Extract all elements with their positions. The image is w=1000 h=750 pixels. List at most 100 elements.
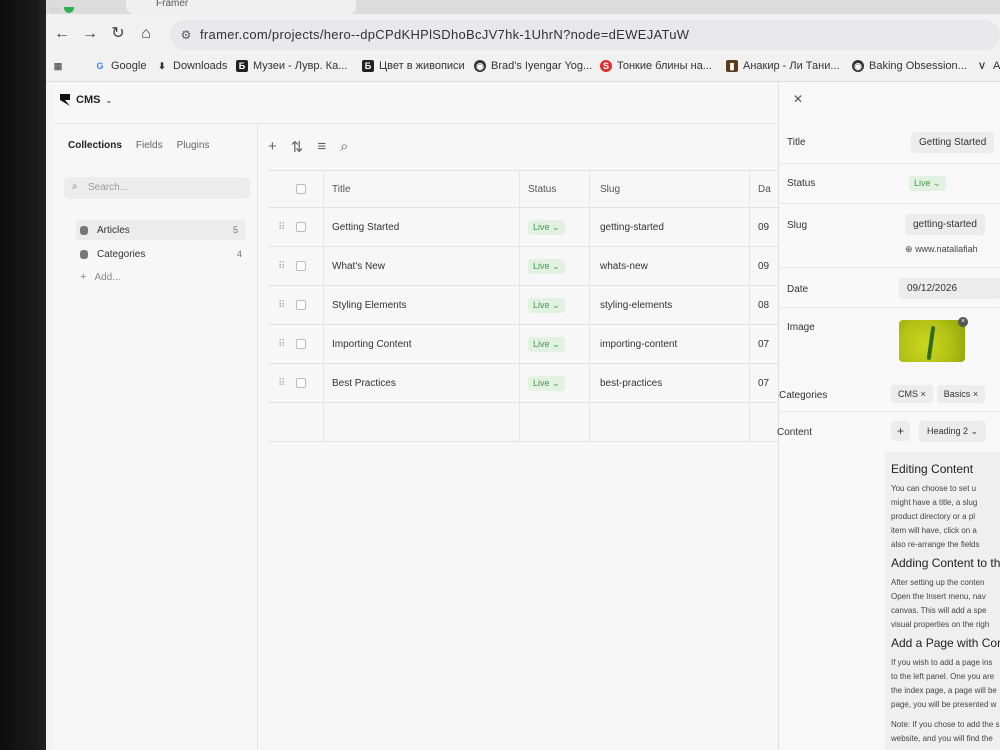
tab-plugins[interactable]: Plugins <box>177 140 210 151</box>
row-title[interactable]: Best Practices <box>324 364 520 402</box>
cms-menu-button[interactable]: CMS ⌄ <box>60 94 112 106</box>
drag-handle-icon[interactable]: ⠿ <box>278 339 285 350</box>
collection-item-articles[interactable]: Articles 5 <box>76 220 246 240</box>
add-collection-button[interactable]: + Add... <box>80 267 250 287</box>
remove-chip-icon[interactable]: × <box>973 389 978 399</box>
insert-plus-button[interactable]: + <box>891 421 911 441</box>
rich-text-editor[interactable]: Editing Content You can choose to set u m… <box>885 452 1000 750</box>
browser-tab[interactable]: Framer <box>126 0 356 14</box>
collection-table-area: + ⇅ ≡ ⌕ Title Status Slug Da ⠿ Getting S… <box>258 124 788 750</box>
date-input[interactable]: 09/12/2026 <box>899 278 1000 299</box>
row-checkbox[interactable] <box>296 300 306 310</box>
row-slug[interactable]: importing-content <box>590 325 750 363</box>
bookmark-blini[interactable]: S Тонкие блины на... <box>600 60 712 72</box>
home-icon[interactable]: ⌂ <box>136 24 156 44</box>
table-row[interactable]: ⠿ What's New Live ⌄ whats-new 09 <box>268 247 788 286</box>
row-slug[interactable]: whats-new <box>590 247 750 285</box>
bookmark-downloads[interactable]: ⬇ Downloads <box>156 60 227 72</box>
status-text: Live <box>533 299 550 310</box>
sort-icon[interactable]: ⇅ <box>291 138 304 156</box>
select-all-checkbox[interactable] <box>296 184 306 194</box>
content-line: item will have, click on a <box>891 526 977 535</box>
drag-handle-icon[interactable]: ⠿ <box>278 300 285 311</box>
header-title[interactable]: Title <box>324 171 520 207</box>
apps-icon[interactable]: ▦ <box>52 60 69 72</box>
framer-app: CMS ⌄ Collections Fields Plugins ⌕ Searc… <box>54 82 1000 750</box>
collections-search-input[interactable]: ⌕ Search... <box>64 177 250 199</box>
tab-title: Framer <box>156 0 189 9</box>
status-text: Live <box>533 377 550 388</box>
field-label: Slug <box>787 220 808 231</box>
row-slug[interactable]: styling-elements <box>590 286 750 324</box>
reload-icon[interactable]: ↻ <box>108 24 128 44</box>
status-badge[interactable]: Live ⌄ <box>528 219 565 235</box>
row-slug[interactable]: getting-started <box>590 208 750 246</box>
new-row-status[interactable] <box>520 403 590 441</box>
table-row[interactable]: ⠿ Best Practices Live ⌄ best-practices 0… <box>268 364 788 403</box>
category-chip[interactable]: Basics × <box>936 385 986 403</box>
image-thumbnail[interactable]: × <box>899 317 968 362</box>
bookmark-more[interactable]: VAl <box>976 60 1000 72</box>
content-line: If you wish to add a page ins <box>891 658 993 667</box>
bookmark-iyengar-yoga[interactable]: ◉ Brad's Iyengar Yog... <box>474 60 592 72</box>
status-badge[interactable]: Live ⌄ <box>528 258 565 274</box>
content-heading: Add a Page with Conte <box>891 636 1000 650</box>
title-input[interactable]: Getting Started <box>911 132 995 153</box>
close-icon[interactable]: ✕ <box>793 92 803 106</box>
table-row[interactable]: ⠿ Styling Elements Live ⌄ styling-elemen… <box>268 286 788 325</box>
back-icon[interactable]: ← <box>52 24 72 44</box>
remove-image-icon[interactable]: × <box>958 317 968 327</box>
remove-chip-icon[interactable]: × <box>921 389 926 399</box>
heading-select[interactable]: Heading 2 ⌄ <box>919 421 987 442</box>
new-row-slug[interactable] <box>590 403 750 441</box>
category-chip[interactable]: CMS × <box>891 385 933 403</box>
cms-menu-label: CMS <box>76 94 101 106</box>
bookmark-baking[interactable]: ◉ Baking Obsession... <box>852 60 967 72</box>
row-checkbox[interactable] <box>296 339 306 349</box>
drag-handle-icon[interactable]: ⠿ <box>278 261 285 272</box>
bookmark-google[interactable]: G Google <box>94 60 146 72</box>
address-bar[interactable]: ⚙ framer.com/projects/hero--dpCPdKHPlSDh… <box>170 20 1000 50</box>
row-title[interactable]: Styling Elements <box>324 286 520 324</box>
row-slug[interactable]: best-practices <box>590 364 750 402</box>
table-row[interactable]: ⠿ Getting Started Live ⌄ getting-started… <box>268 208 788 247</box>
bookmark-louvre[interactable]: Б Музеи - Лувр. Ка... <box>236 60 347 72</box>
row-checkbox[interactable] <box>296 222 306 232</box>
status-select[interactable]: Live ⌄ <box>909 176 946 191</box>
row-select-cell <box>268 403 324 441</box>
add-item-icon[interactable]: + <box>268 138 277 156</box>
tab-fields[interactable]: Fields <box>136 140 163 151</box>
status-badge[interactable]: Live ⌄ <box>528 336 565 352</box>
chip-label: Basics <box>943 389 971 399</box>
row-title[interactable]: Getting Started <box>324 208 520 246</box>
collection-name: Articles <box>97 224 130 236</box>
header-slug[interactable]: Slug <box>590 171 750 207</box>
slug-input[interactable]: getting-started <box>905 214 985 235</box>
content-line: might have a title, a slug <box>891 498 978 507</box>
content-line: also re-arrange the fields <box>891 540 980 549</box>
status-badge[interactable]: Live ⌄ <box>528 375 565 391</box>
filter-icon[interactable]: ≡ <box>317 138 326 156</box>
header-status[interactable]: Status <box>520 171 590 207</box>
collection-count: 5 <box>232 225 238 235</box>
drag-handle-icon[interactable]: ⠿ <box>278 378 285 389</box>
row-title[interactable]: Importing Content <box>324 325 520 363</box>
status-badge[interactable]: Live ⌄ <box>528 297 565 313</box>
row-checkbox[interactable] <box>296 261 306 271</box>
tab-collections[interactable]: Collections <box>68 140 122 151</box>
bookmark-anakir[interactable]: ▮ Анакир - Ли Тани... <box>726 60 840 72</box>
slug-url[interactable]: ⊕ www.nataliafiah <box>905 244 978 255</box>
drag-handle-icon[interactable]: ⠿ <box>278 222 285 233</box>
bookmark-color-painting[interactable]: Б Цвет в живописи <box>362 60 465 72</box>
globe-icon: ⊕ <box>905 244 913 254</box>
site-settings-icon[interactable]: ⚙ <box>176 25 196 45</box>
collection-item-categories[interactable]: Categories 4 <box>80 244 250 264</box>
new-row-title[interactable] <box>324 403 520 441</box>
search-icon[interactable]: ⌕ <box>340 138 348 156</box>
row-status-cell: Live ⌄ <box>520 325 590 363</box>
empty-new-row[interactable] <box>268 403 788 442</box>
forward-icon[interactable]: → <box>80 24 100 44</box>
row-title[interactable]: What's New <box>324 247 520 285</box>
row-checkbox[interactable] <box>296 378 306 388</box>
table-row[interactable]: ⠿ Importing Content Live ⌄ importing-con… <box>268 325 788 364</box>
